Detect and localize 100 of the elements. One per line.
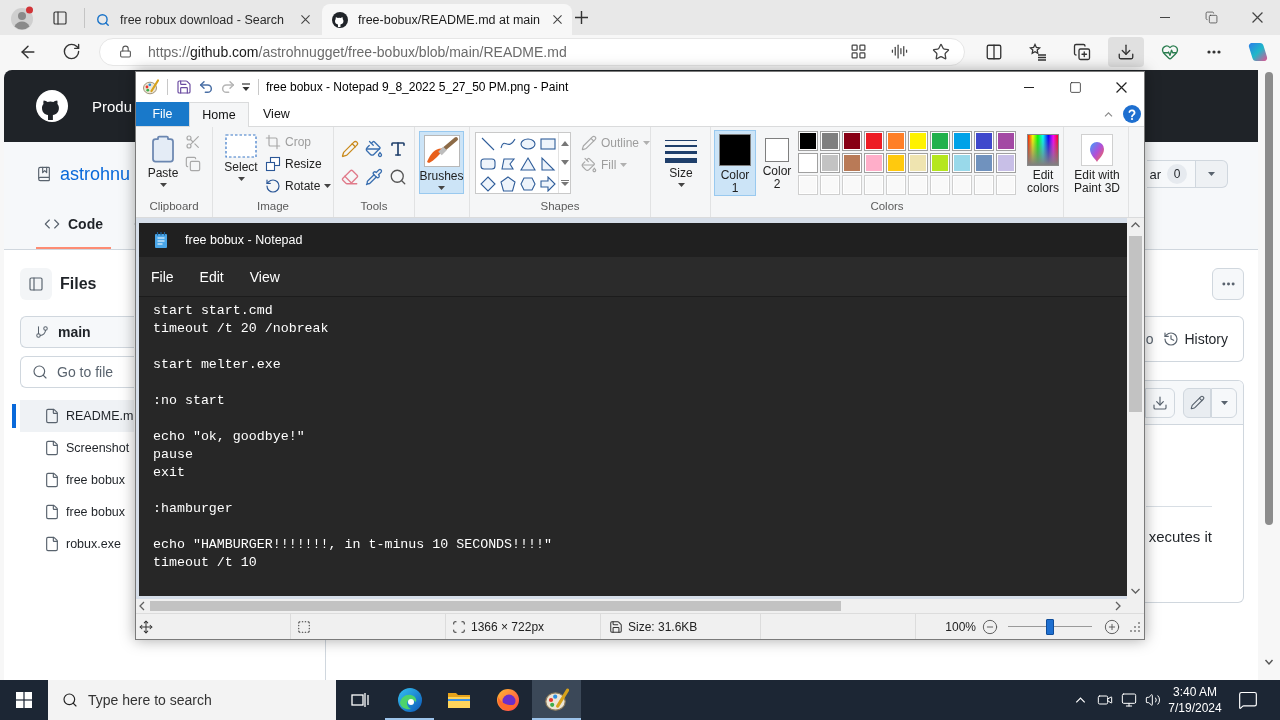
close-icon[interactable] xyxy=(1115,81,1127,93)
webcam-icon[interactable] xyxy=(1097,692,1113,708)
downloads-button[interactable] xyxy=(1108,36,1144,67)
brushes-button[interactable]: Brushes xyxy=(419,131,464,194)
zoom-out-icon[interactable] xyxy=(982,618,998,635)
eraser-icon[interactable] xyxy=(341,168,359,186)
empty-color-slot[interactable] xyxy=(996,175,1016,195)
color-swatch[interactable] xyxy=(842,153,862,173)
edit-colors-button[interactable]: Edit colors xyxy=(1022,130,1064,196)
color-swatch[interactable] xyxy=(820,153,840,173)
browser-tab[interactable]: free robux download - Search xyxy=(86,4,320,35)
magnifier-icon[interactable] xyxy=(389,168,407,186)
nav-link[interactable]: Produ xyxy=(92,97,133,115)
file-item[interactable]: robux.exe xyxy=(12,528,134,560)
address-bar[interactable]: https://github.com/astrohnugget/free-bobux/blob/main/README.md xyxy=(99,37,965,66)
select-button[interactable]: Select xyxy=(219,130,263,196)
resize-grip-icon[interactable] xyxy=(1130,621,1140,632)
right-triangle-icon[interactable] xyxy=(540,156,556,172)
new-tab-icon[interactable] xyxy=(575,11,588,24)
ribbon-tab[interactable]: Home xyxy=(189,102,249,127)
volume-icon[interactable] xyxy=(1145,692,1161,708)
start-menu-icon[interactable] xyxy=(16,692,32,708)
color-swatch[interactable] xyxy=(952,153,972,173)
minimize-icon[interactable] xyxy=(1024,86,1034,88)
taskbar-app-button[interactable] xyxy=(532,680,581,720)
undo-icon[interactable] xyxy=(198,79,214,95)
paste-button[interactable]: Paste xyxy=(144,130,182,196)
color-picker-icon[interactable] xyxy=(365,168,383,186)
repo-tab[interactable]: Code xyxy=(36,201,111,249)
empty-color-slot[interactable] xyxy=(842,175,862,195)
hexagon-icon[interactable] xyxy=(520,176,536,192)
color-swatch[interactable] xyxy=(996,153,1016,173)
color-2-button[interactable]: Color 2 xyxy=(760,130,794,196)
clock[interactable]: 3:40 AM 7/19/2024 xyxy=(1167,684,1223,716)
color-1-button[interactable]: Color 1 xyxy=(714,130,756,196)
color-swatch[interactable] xyxy=(820,131,840,151)
app-grid-icon[interactable] xyxy=(850,43,867,60)
zoom-in-icon[interactable] xyxy=(1104,618,1120,635)
browser-tab[interactable]: free-bobux/README.md at main xyxy=(322,4,572,35)
file-item[interactable]: Screenshot xyxy=(12,432,134,464)
help-icon[interactable] xyxy=(1123,105,1141,123)
rounded-rectangle-icon[interactable] xyxy=(480,156,496,172)
file-item[interactable]: README.m xyxy=(12,400,134,432)
color-swatch[interactable] xyxy=(798,153,818,173)
network-icon[interactable] xyxy=(1121,692,1137,708)
close-icon[interactable] xyxy=(553,15,562,24)
maximize-icon[interactable] xyxy=(1068,80,1082,94)
color-swatch[interactable] xyxy=(842,131,862,151)
empty-color-slot[interactable] xyxy=(974,175,994,195)
branch-button[interactable]: main xyxy=(20,316,134,348)
color-swatch[interactable] xyxy=(798,131,818,151)
rotate-button[interactable]: Rotate xyxy=(263,175,334,197)
taskbar-search-field[interactable]: Type here to search xyxy=(48,680,336,720)
empty-color-slot[interactable] xyxy=(952,175,972,195)
size-button[interactable]: Size xyxy=(656,131,706,197)
favorite-star-icon[interactable] xyxy=(932,42,950,61)
polygon-icon[interactable] xyxy=(500,156,516,172)
history-link[interactable]: History xyxy=(1163,331,1228,347)
oval-icon[interactable] xyxy=(520,136,536,152)
edit-button[interactable] xyxy=(1183,387,1211,418)
file-item[interactable]: free bobux xyxy=(12,496,134,528)
file-search-field[interactable]: Go to file xyxy=(20,356,134,388)
close-icon[interactable] xyxy=(301,15,310,24)
resize-button[interactable]: Resize xyxy=(263,153,334,175)
file-menu-button[interactable]: File xyxy=(136,102,189,126)
color-swatch[interactable] xyxy=(996,131,1016,151)
customize-icon[interactable] xyxy=(241,82,251,92)
scroll-down-icon[interactable] xyxy=(560,160,569,166)
empty-color-slot[interactable] xyxy=(930,175,950,195)
collapse-ribbon-icon[interactable] xyxy=(1104,111,1113,117)
fill-bucket-icon[interactable] xyxy=(365,140,383,158)
color-swatch[interactable] xyxy=(952,131,972,151)
color-swatch[interactable] xyxy=(974,153,994,173)
repo-owner-link[interactable]: astrohnu xyxy=(60,163,131,185)
close-icon[interactable] xyxy=(1251,12,1263,23)
color-swatch[interactable] xyxy=(930,131,950,151)
expand-gallery-icon[interactable] xyxy=(560,180,569,186)
arrow-icon[interactable] xyxy=(540,176,556,192)
restore-icon[interactable] xyxy=(1204,11,1218,24)
tab-actions-icon[interactable] xyxy=(52,9,68,26)
color-swatch[interactable] xyxy=(908,153,928,173)
color-swatch[interactable] xyxy=(908,131,928,151)
empty-color-slot[interactable] xyxy=(864,175,884,195)
paint-3d-button[interactable]: Edit with Paint 3D xyxy=(1067,130,1127,196)
empty-color-slot[interactable] xyxy=(820,175,840,195)
star-menu-button[interactable] xyxy=(1196,160,1228,188)
rectangle-icon[interactable] xyxy=(540,136,556,152)
sidebar-toggle-button[interactable] xyxy=(20,268,52,300)
profile-avatar-icon[interactable] xyxy=(10,5,34,30)
file-item[interactable]: free bobux xyxy=(12,464,134,496)
star-button[interactable]: ar 0 xyxy=(1147,160,1196,188)
empty-color-slot[interactable] xyxy=(798,175,818,195)
scroll-up-icon[interactable] xyxy=(560,140,569,146)
triangle-icon[interactable] xyxy=(520,156,536,172)
zoom-slider-thumb[interactable] xyxy=(1046,618,1054,635)
color-swatch[interactable] xyxy=(864,153,884,173)
color-swatch[interactable] xyxy=(864,131,884,151)
text-tool-icon[interactable] xyxy=(389,140,407,158)
diamond-icon[interactable] xyxy=(480,176,496,192)
color-swatch[interactable] xyxy=(974,131,994,151)
